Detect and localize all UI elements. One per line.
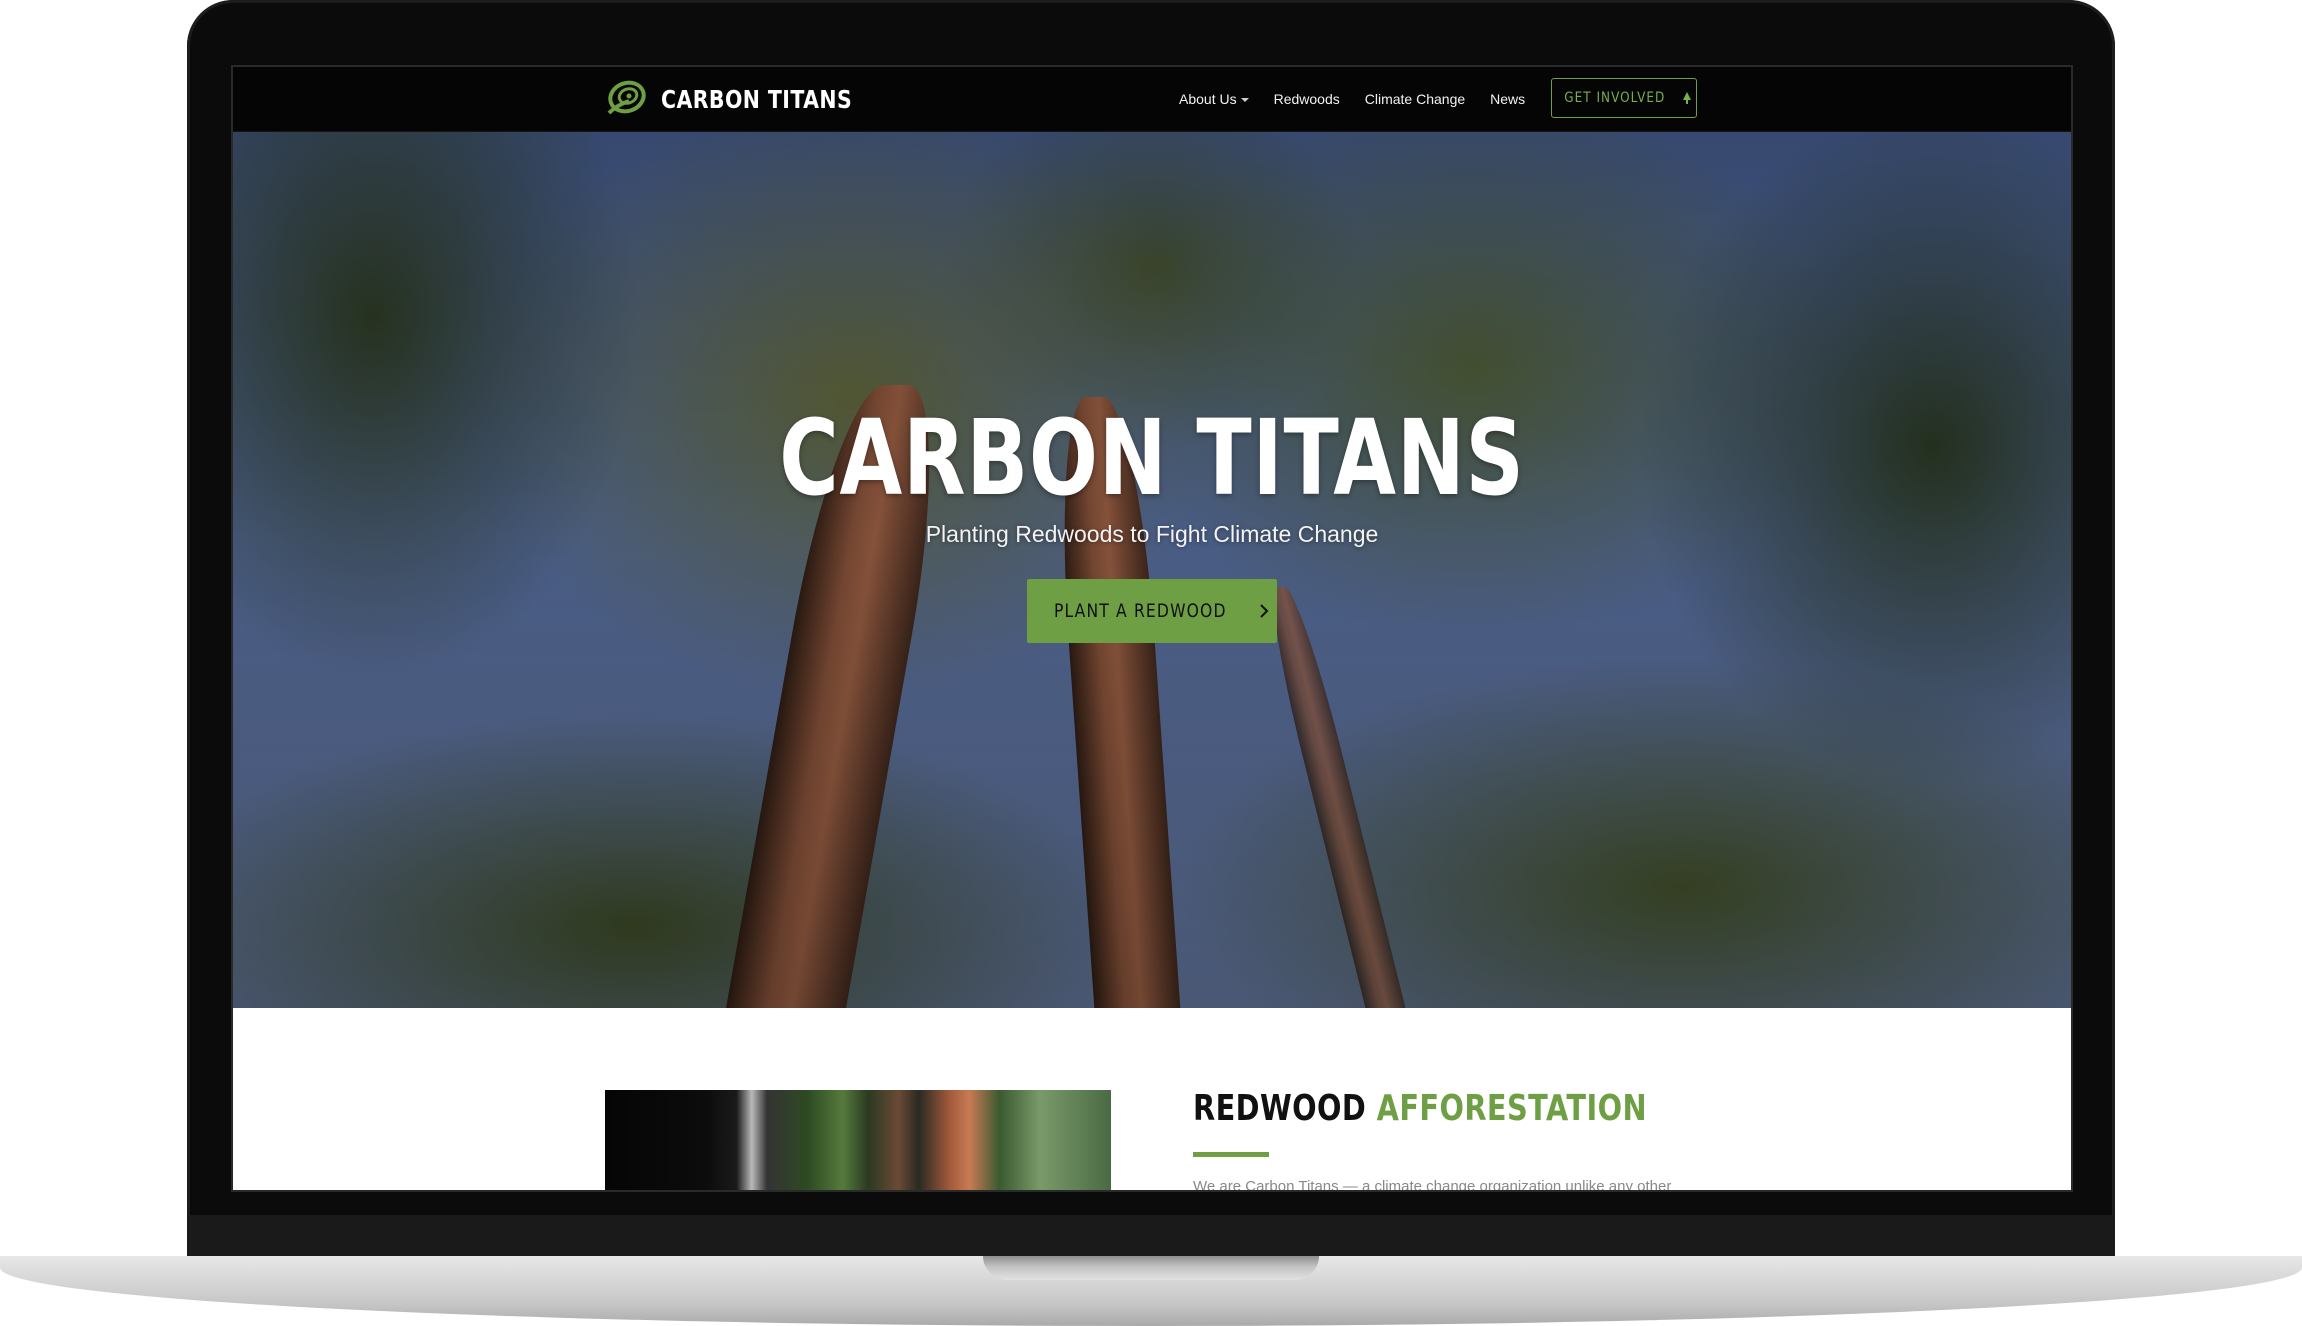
nav-item-climate-change[interactable]: Climate Change <box>1365 91 1465 107</box>
nav-item-news[interactable]: News <box>1490 91 1525 107</box>
nav-menu: About Us Redwoods Climate Change News <box>1179 67 1550 131</box>
section-title-part2: AFFORESTATION <box>1376 1088 1647 1129</box>
section-title-underline <box>1193 1152 1269 1157</box>
laptop-notch <box>983 1256 1319 1280</box>
plant-a-redwood-label: PLANT A REDWOOD <box>1053 600 1227 622</box>
brand-name: CARBON TITANS <box>661 84 853 114</box>
section-title: REDWOOD AFFORESTATION <box>1193 1088 1647 1129</box>
nav-item-label: News <box>1490 91 1526 107</box>
carbon-titans-logo-icon <box>607 80 646 115</box>
section-title-part1: REDWOOD <box>1193 1088 1367 1129</box>
plant-a-redwood-button[interactable]: PLANT A REDWOOD <box>1027 579 1277 643</box>
nav-item-redwoods[interactable]: Redwoods <box>1274 91 1340 107</box>
nav-item-label: Climate Change <box>1364 91 1466 107</box>
hero-subtitle: Planting Redwoods to Fight Climate Chang… <box>925 521 1379 547</box>
chevron-right-icon <box>1260 604 1269 618</box>
laptop-bezel-bottom <box>187 1215 2115 1256</box>
nav-item-about-us[interactable]: About Us <box>1179 91 1249 107</box>
laptop-screen: CARBON TITANS Planting Redwoods to Fight… <box>233 67 2071 1190</box>
tree-icon <box>1682 92 1691 104</box>
section-intro-text: We are Carbon Titans — a climate change … <box>1193 1178 1672 1190</box>
nav-item-label: About Us <box>1179 91 1237 107</box>
chevron-down-icon <box>1240 98 1249 103</box>
get-involved-button[interactable]: GET INVOLVED <box>1551 78 1697 118</box>
redwood-forest-image <box>605 1090 1111 1190</box>
hero-title: CARBON TITANS <box>779 397 1525 519</box>
afforestation-section: REDWOOD AFFORESTATION We are Carbon Tita… <box>233 1008 2071 1190</box>
nav-item-label: Redwoods <box>1273 91 1340 107</box>
brand-home-link[interactable]: CARBON TITANS <box>605 77 894 121</box>
hero-section: CARBON TITANS Planting Redwoods to Fight… <box>233 67 2071 1008</box>
get-involved-label: GET INVOLVED <box>1564 90 1666 106</box>
top-navbar: CARBON TITANS About Us Redwoods Climate … <box>233 67 2071 132</box>
